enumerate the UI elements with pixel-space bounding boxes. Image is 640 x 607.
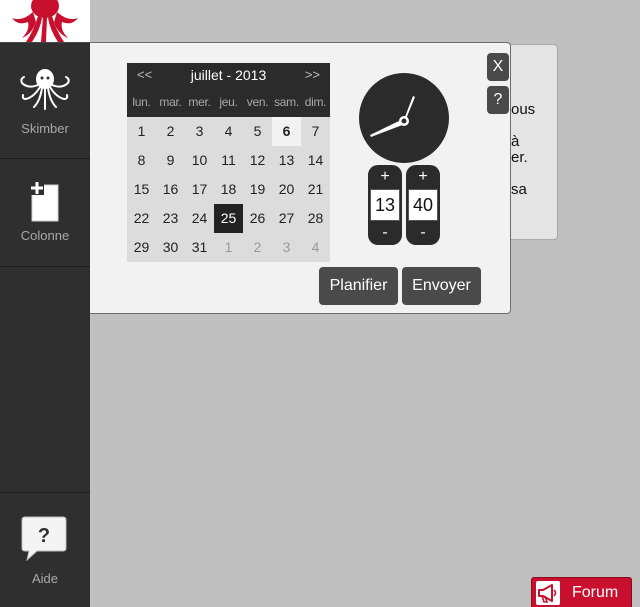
- calendar-day-next-month[interactable]: 3: [272, 233, 301, 262]
- weekday-label: lun.: [132, 95, 151, 109]
- minute-decrement-button[interactable]: -: [406, 221, 440, 245]
- calendar-week: 1 2 3 4 5 6 7: [127, 117, 330, 146]
- sidebar-item-skimber[interactable]: Skimber: [0, 42, 90, 159]
- calendar-month-title: juillet - 2013: [190, 67, 267, 83]
- calendar-day[interactable]: 15: [127, 175, 156, 204]
- calendar-day-next-month[interactable]: 2: [243, 233, 272, 262]
- calendar-day[interactable]: 4: [214, 117, 243, 146]
- svg-text:?: ?: [38, 525, 50, 547]
- forum-button[interactable]: Forum: [531, 577, 632, 607]
- calendar-day[interactable]: 10: [185, 146, 214, 175]
- calendar-day[interactable]: 12: [243, 146, 272, 175]
- sidebar: Skimber Colonne ? Aide: [0, 0, 90, 607]
- help-button[interactable]: ?: [487, 86, 509, 114]
- sidebar-item-label: Skimber: [21, 121, 69, 136]
- send-button[interactable]: Envoyer: [402, 267, 481, 305]
- sidebar-item-label: Colonne: [20, 228, 70, 243]
- help-bubble-icon: ?: [21, 516, 67, 561]
- calendar-day[interactable]: 24: [185, 204, 214, 233]
- calendar-header: << juillet - 2013 >>: [127, 63, 330, 87]
- calendar-day-next-month[interactable]: 4: [301, 233, 330, 262]
- date-picker: << juillet - 2013 >> lun. mar. mer. jeu.…: [127, 63, 330, 262]
- calendar-week: 29 30 31 1 2 3 4: [127, 233, 330, 262]
- calendar-day-today[interactable]: 6: [272, 117, 301, 146]
- background-text: er.: [511, 149, 528, 166]
- calendar-day[interactable]: 27: [272, 204, 301, 233]
- calendar-day[interactable]: 8: [127, 146, 156, 175]
- add-column-icon: [30, 181, 59, 222]
- sidebar-item-aide[interactable]: ? Aide: [0, 492, 90, 607]
- hour-field[interactable]: 13: [370, 189, 400, 221]
- calendar-day[interactable]: 5: [243, 117, 272, 146]
- calendar-week: 15 16 17 18 19 20 21: [127, 175, 330, 204]
- minute-field[interactable]: 40: [408, 189, 438, 221]
- weekday-label: mer.: [188, 95, 211, 109]
- calendar-grid: 1 2 3 4 5 6 7 8 9 10 11 12 13 14 15 16 1…: [127, 117, 330, 262]
- calendar-day[interactable]: 2: [156, 117, 185, 146]
- minute-spinner: + 40 -: [406, 165, 440, 245]
- background-text: ous: [511, 101, 536, 118]
- calendar-day[interactable]: 7: [301, 117, 330, 146]
- hour-decrement-button[interactable]: -: [368, 221, 402, 245]
- calendar-day[interactable]: 19: [243, 175, 272, 204]
- calendar-day-next-month[interactable]: 1: [214, 233, 243, 262]
- calendar-day[interactable]: 31: [185, 233, 214, 262]
- calendar-day[interactable]: 28: [301, 204, 330, 233]
- octopus-logo-icon: [12, 0, 78, 42]
- background-text: sa: [511, 181, 527, 198]
- logo[interactable]: [0, 0, 90, 42]
- weekday-header: lun. mar. mer. jeu. ven. sam. dim.: [127, 87, 330, 117]
- next-month-button[interactable]: >>: [305, 67, 320, 82]
- sidebar-item-colonne[interactable]: Colonne: [0, 159, 90, 267]
- calendar-day[interactable]: 17: [185, 175, 214, 204]
- calendar-week: 22 23 24 25 26 27 28: [127, 204, 330, 233]
- weekday-label: mar.: [159, 95, 182, 109]
- calendar-day[interactable]: 14: [301, 146, 330, 175]
- weekday-label: ven.: [246, 95, 269, 109]
- calendar-day[interactable]: 1: [127, 117, 156, 146]
- calendar-day[interactable]: 20: [272, 175, 301, 204]
- forum-label: Forum: [572, 584, 619, 601]
- calendar-day[interactable]: 3: [185, 117, 214, 146]
- calendar-day[interactable]: 26: [243, 204, 272, 233]
- clock-hands-icon: [370, 96, 415, 137]
- octopus-icon: [20, 69, 70, 110]
- megaphone-icon: [536, 581, 560, 605]
- weekday-label: sam.: [274, 95, 299, 109]
- schedule-dialog: X ? << juillet - 2013 >> lun. mar. mer. …: [90, 42, 511, 314]
- calendar-day[interactable]: 16: [156, 175, 185, 204]
- calendar-week: 8 9 10 11 12 13 14: [127, 146, 330, 175]
- sidebar-item-label: Aide: [31, 571, 59, 586]
- background-text: à: [511, 133, 520, 150]
- weekday-label: dim.: [304, 95, 327, 109]
- calendar-day[interactable]: 22: [127, 204, 156, 233]
- hour-spinner: + 13 -: [368, 165, 402, 245]
- calendar-day[interactable]: 23: [156, 204, 185, 233]
- weekday-label: jeu.: [219, 95, 238, 109]
- calendar-day[interactable]: 11: [214, 146, 243, 175]
- clock-face: [359, 73, 449, 163]
- minute-increment-button[interactable]: +: [406, 165, 440, 189]
- calendar-day-selected[interactable]: 25: [214, 204, 243, 233]
- hour-increment-button[interactable]: +: [368, 165, 402, 189]
- calendar-day[interactable]: 30: [156, 233, 185, 262]
- schedule-button[interactable]: Planifier: [319, 267, 398, 305]
- calendar-day[interactable]: 18: [214, 175, 243, 204]
- close-button[interactable]: X: [487, 53, 509, 81]
- calendar-day[interactable]: 29: [127, 233, 156, 262]
- calendar-day[interactable]: 21: [301, 175, 330, 204]
- calendar-day[interactable]: 9: [156, 146, 185, 175]
- calendar-day[interactable]: 13: [272, 146, 301, 175]
